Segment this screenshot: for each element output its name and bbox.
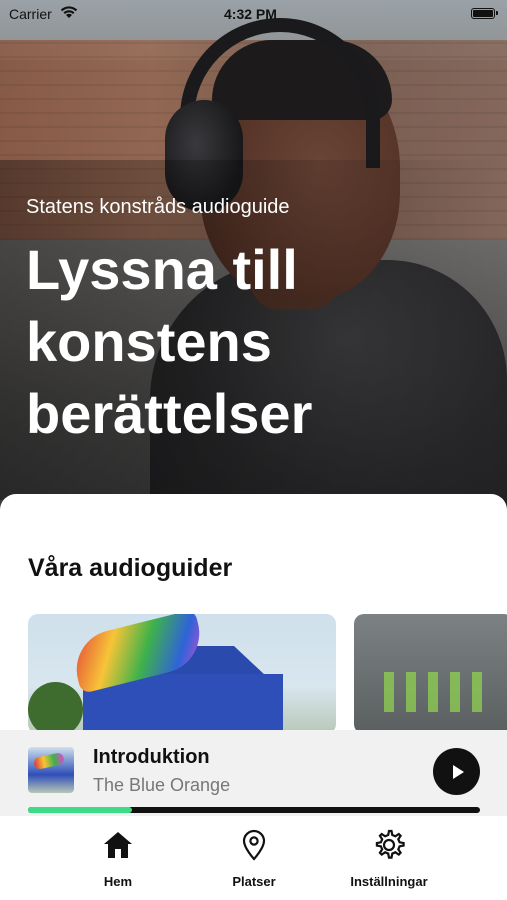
- hero-title: Lyssna till konstens berättelser: [26, 238, 313, 445]
- tunnel-installation-photo: [384, 672, 484, 712]
- tab-label: Platser: [232, 874, 276, 889]
- status-bar: Carrier 4:32 PM: [0, 0, 507, 28]
- track-thumbnail: [28, 747, 74, 793]
- tab-label: Hem: [103, 874, 133, 889]
- clock: 4:32 PM: [224, 6, 277, 22]
- mini-player[interactable]: Introduktion The Blue Orange: [0, 730, 507, 816]
- tab-platser[interactable]: Platser: [179, 828, 329, 889]
- battery-icon: [471, 8, 498, 19]
- audioguide-card[interactable]: [354, 614, 507, 734]
- home-icon: [104, 832, 132, 858]
- track-subtitle: The Blue Orange: [93, 775, 231, 795]
- tab-bar: Hem Platser Inställningar: [0, 816, 507, 900]
- tab-hem[interactable]: Hem: [43, 828, 193, 889]
- carrier-label: Carrier: [9, 6, 52, 22]
- tab-installningar[interactable]: Inställningar: [314, 828, 464, 889]
- progress-bar[interactable]: [28, 807, 480, 813]
- gear-icon: [375, 829, 405, 859]
- audioguide-card[interactable]: [28, 614, 336, 734]
- blue-orange-house-photo: [28, 682, 83, 734]
- play-icon: [452, 764, 464, 779]
- hero-subtitle: Statens konstråds audioguide: [26, 196, 290, 218]
- section-title: Våra audioguider: [28, 554, 233, 582]
- track-title: Introduktion: [93, 746, 210, 768]
- wifi-icon: [60, 5, 78, 22]
- location-pin-icon: [242, 829, 266, 861]
- play-button[interactable]: [433, 748, 480, 795]
- tab-label: Inställningar: [350, 874, 428, 889]
- progress-fill: [28, 807, 132, 813]
